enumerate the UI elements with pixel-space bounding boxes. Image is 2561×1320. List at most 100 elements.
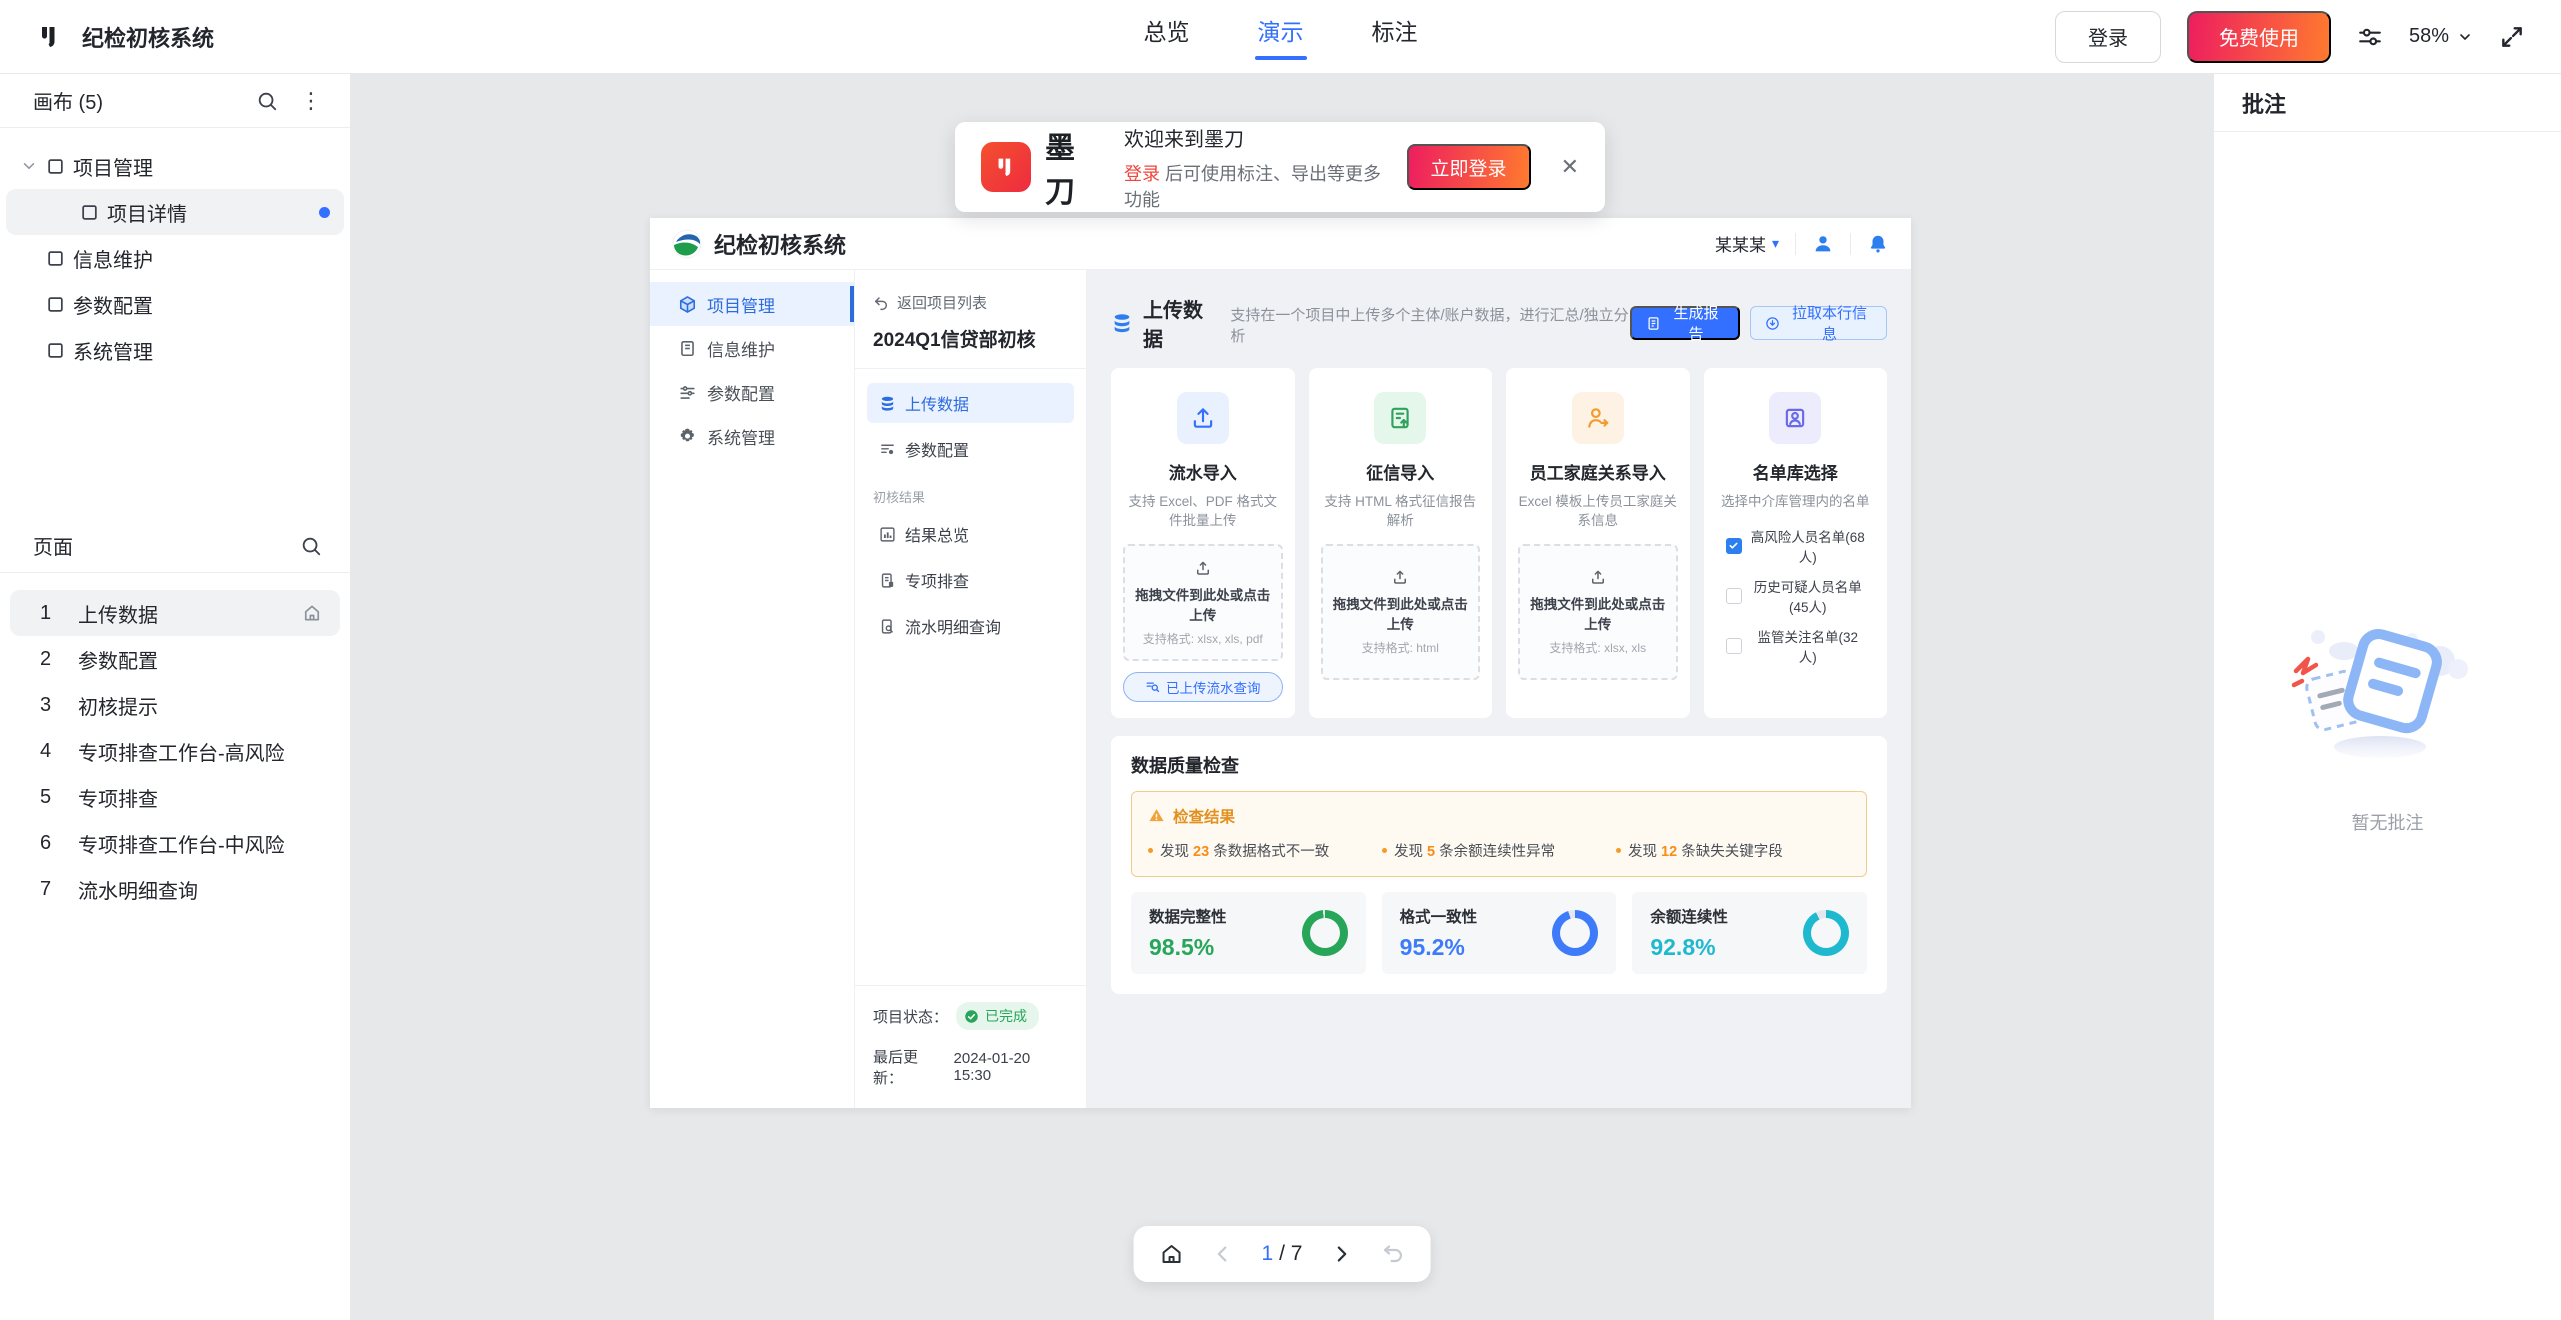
list-search-icon — [1145, 679, 1160, 694]
generate-report-button[interactable]: 生成报告 — [1630, 306, 1740, 340]
page-item-5[interactable]: 5 专项排查 — [10, 774, 340, 820]
page-number: 1 — [40, 602, 56, 625]
tree-item-project-management[interactable]: 项目管理 — [6, 143, 344, 189]
page-number: 4 — [40, 740, 56, 763]
app-main-content: 上传数据 支持在一个项目中上传多个主体/账户数据，进行汇总/独立分析 生成报告 — [1087, 270, 1911, 1108]
page-item-7[interactable]: 7 流水明细查询 — [10, 866, 340, 912]
menu-item-flow-detail-query[interactable]: 流水明细查询 — [867, 606, 1074, 646]
menu-item-parameter-config[interactable]: 参数配置 — [867, 429, 1074, 469]
tree-item-parameter-config[interactable]: 参数配置 — [6, 281, 344, 327]
canvas-list-header: 画布 (5) ⋮ — [0, 74, 350, 128]
more-options-icon[interactable]: ⋮ — [300, 88, 322, 114]
close-icon[interactable]: ✕ — [1561, 154, 1579, 180]
project-panel: 返回项目列表 2024Q1信贷部初核 上传数据 — [855, 270, 1087, 1108]
chevron-down-icon — [2457, 29, 2473, 45]
project-title: 2024Q1信贷部初核 — [873, 325, 1068, 352]
list-options: 高风险人员名单(68人) 历史可疑人员名单(45人) 监管关注名单(32人) — [1716, 526, 1876, 666]
layer-tree: 项目管理 项目详情 信息维护 参数配置 — [0, 128, 350, 373]
status-badge: 已完成 — [956, 1002, 1039, 1030]
tree-item-label: 项目管理 — [73, 152, 153, 181]
metric-balance-continuity: 余额连续性 92.8% — [1632, 892, 1867, 974]
back-label: 返回项目列表 — [897, 292, 987, 313]
tree-item-project-detail[interactable]: 项目详情 — [6, 189, 344, 235]
tab-annotate[interactable]: 标注 — [1369, 13, 1421, 60]
restart-icon[interactable] — [1380, 1242, 1404, 1266]
tab-demo[interactable]: 演示 — [1255, 13, 1307, 60]
document-search-icon — [879, 618, 896, 635]
card-desc: 支持 HTML 格式征信报告解析 — [1321, 493, 1481, 531]
check-circle-icon — [964, 1009, 979, 1024]
card-list-library: 名单库选择 选择中介库管理内的名单 高风险人员名单(68人) — [1704, 368, 1888, 718]
user-icon[interactable] — [1812, 233, 1834, 255]
tab-overview[interactable]: 总览 — [1141, 13, 1193, 60]
page-number: 6 — [40, 832, 56, 855]
bell-icon[interactable] — [1867, 233, 1889, 255]
sidebar-item-info-maintenance[interactable]: 信息维护 — [650, 326, 854, 370]
section-title: 上传数据 — [1143, 294, 1220, 352]
login-button[interactable]: 登录 — [2055, 11, 2161, 63]
card-desc: Excel 模板上传员工家庭关系信息 — [1518, 493, 1678, 531]
tree-item-info-maintenance[interactable]: 信息维护 — [6, 235, 344, 281]
menu-item-special-check[interactable]: 专项排查 — [867, 560, 1074, 600]
banner-title: 欢迎来到墨刀 — [1124, 123, 1393, 152]
frame-icon — [80, 203, 99, 222]
back-to-project-list[interactable]: 返回项目列表 — [873, 292, 1068, 313]
project-panel-header: 返回项目列表 2024Q1信贷部初核 — [855, 270, 1086, 369]
settings-sliders-icon[interactable] — [2357, 24, 2383, 50]
metric-data-completeness: 数据完整性 98.5% — [1131, 892, 1366, 974]
page-item-4[interactable]: 4 专项排查工作台-高风险 — [10, 728, 340, 774]
chevron-down-icon[interactable] — [20, 157, 38, 175]
page-item-6[interactable]: 6 专项排查工作台-中风险 — [10, 820, 340, 866]
checkbox-regulatory-watch-list[interactable]: 监管关注名单(32人) — [1726, 626, 1866, 666]
fullscreen-icon[interactable] — [2499, 24, 2525, 50]
frame-icon — [46, 341, 65, 360]
sidebar-item-project-management[interactable]: 项目管理 — [650, 282, 854, 326]
upload-tray-icon — [1194, 559, 1212, 577]
uploaded-flow-query-button[interactable]: 已上传流水查询 — [1123, 672, 1283, 702]
checkbox-history-suspect-list[interactable]: 历史可疑人员名单(45人) — [1726, 576, 1866, 616]
checkbox-icon[interactable] — [1726, 588, 1742, 604]
pull-down-icon — [1765, 316, 1780, 331]
page-label: 参数配置 — [78, 645, 322, 674]
menu-item-results-overview[interactable]: 结果总览 — [867, 514, 1074, 554]
search-icon[interactable] — [256, 90, 278, 112]
page-label: 专项排查 — [78, 783, 322, 812]
canvas-list-title: 画布 (5) — [33, 86, 234, 115]
page-number: 5 — [40, 786, 56, 809]
search-icon[interactable] — [300, 535, 322, 557]
checkbox-high-risk-list[interactable]: 高风险人员名单(68人) — [1726, 526, 1866, 566]
file-dropzone[interactable]: 拖拽文件到此处或点击上传 支持格式: xlsx, xls — [1518, 544, 1678, 680]
login-now-button[interactable]: 立即登录 — [1407, 144, 1531, 190]
sidebar-item-system-management[interactable]: 系统管理 — [650, 414, 854, 458]
free-use-button[interactable]: 免费使用 — [2187, 11, 2331, 63]
menu-item-upload-data[interactable]: 上传数据 — [867, 383, 1074, 423]
sidebar-item-label: 项目管理 — [707, 292, 775, 317]
donut-chart — [1302, 910, 1348, 956]
pages-title: 页面 — [33, 531, 300, 560]
page-item-2[interactable]: 2 参数配置 — [10, 636, 340, 682]
project-status-row: 项目状态： 已完成 — [873, 1002, 1068, 1030]
page-item-3[interactable]: 3 初核提示 — [10, 682, 340, 728]
checkbox-checked-icon[interactable] — [1726, 538, 1742, 554]
document-title: 纪检初核系统 — [82, 21, 214, 53]
login-link[interactable]: 登录 — [1124, 164, 1160, 184]
fetch-bank-info-button[interactable]: 拉取本行信息 — [1750, 306, 1887, 340]
menu-section-label: 初核结果 — [873, 487, 1070, 506]
user-menu[interactable]: 某某某 ▾ — [1715, 231, 1779, 256]
brand-name: 墨刀 — [1045, 123, 1100, 211]
sidebar-item-label: 系统管理 — [707, 424, 775, 449]
file-dropzone[interactable]: 拖拽文件到此处或点击上传 支持格式: xlsx, xls, pdf — [1123, 544, 1283, 661]
zoom-control[interactable]: 58% — [2409, 25, 2473, 48]
next-page-button[interactable] — [1330, 1243, 1352, 1265]
tab-underline — [1141, 56, 1193, 60]
page-number: 3 — [40, 694, 56, 717]
check-result-box: 检查结果 发现 23 条数据格式不一致 发现 5 条余额连续性异常 — [1131, 791, 1867, 877]
card-family-relation-import: 员工家庭关系导入 Excel 模板上传员工家庭关系信息 拖拽文件到此处或点击上传… — [1506, 368, 1690, 718]
sidebar-item-parameter-config[interactable]: 参数配置 — [650, 370, 854, 414]
prev-page-button[interactable] — [1212, 1243, 1234, 1265]
page-item-1[interactable]: 1 上传数据 — [10, 590, 340, 636]
file-dropzone[interactable]: 拖拽文件到此处或点击上传 支持格式: html — [1321, 544, 1481, 680]
home-button[interactable] — [1160, 1242, 1184, 1266]
checkbox-icon[interactable] — [1726, 638, 1742, 654]
tree-item-system-management[interactable]: 系统管理 — [6, 327, 344, 373]
